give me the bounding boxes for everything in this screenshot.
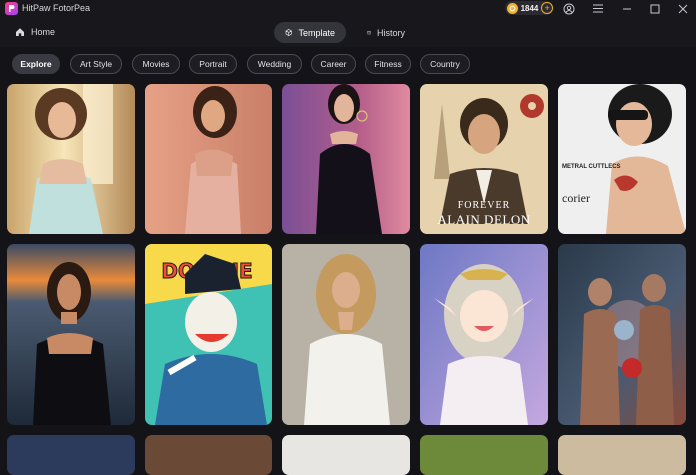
add-coin-icon[interactable]: + bbox=[541, 2, 553, 14]
nav-bar: Home Template History bbox=[0, 17, 696, 47]
template-card-woman-pink-dress[interactable] bbox=[145, 84, 272, 234]
magazine-headline: METRAL CUTTLECS bbox=[562, 164, 621, 170]
template-card-row3-5[interactable] bbox=[558, 435, 686, 475]
template-card-woman-white-dress[interactable] bbox=[7, 84, 135, 234]
template-card-woman-sunset[interactable] bbox=[7, 244, 135, 425]
title-bar: HitPaw FotorPea 1844 + bbox=[0, 0, 696, 17]
tab-history-label: History bbox=[376, 27, 405, 38]
template-card-woman-white-blouse[interactable] bbox=[282, 244, 410, 425]
chip-fitness[interactable]: Fitness bbox=[365, 54, 411, 74]
coin-icon bbox=[507, 2, 518, 14]
tab-template-label: Template bbox=[298, 27, 335, 38]
app-logo-icon bbox=[5, 2, 18, 15]
chip-explore[interactable]: Explore bbox=[12, 54, 60, 74]
chip-art-style[interactable]: Art Style bbox=[70, 54, 122, 74]
poster-line1: FOREVER bbox=[458, 200, 511, 211]
menu-icon[interactable] bbox=[591, 2, 604, 15]
template-card-row3-1[interactable] bbox=[7, 435, 135, 475]
magazine-sub: corier bbox=[562, 191, 590, 205]
minimize-icon[interactable] bbox=[620, 2, 633, 15]
home-link[interactable]: Home bbox=[15, 27, 55, 37]
maximize-icon[interactable] bbox=[648, 2, 661, 15]
template-card-boxers[interactable] bbox=[558, 244, 686, 425]
tab-template[interactable]: Template bbox=[274, 22, 346, 43]
template-card-woman-black-dress[interactable] bbox=[282, 84, 410, 234]
chip-wedding[interactable]: Wedding bbox=[247, 54, 302, 74]
chip-movies[interactable]: Movies bbox=[132, 54, 180, 74]
chip-portrait[interactable]: Portrait bbox=[189, 54, 237, 74]
coin-balance[interactable]: 1844 + bbox=[505, 1, 553, 15]
chip-career[interactable]: Career bbox=[311, 54, 356, 74]
user-icon[interactable] bbox=[562, 2, 575, 15]
app-title: HitPaw FotorPea bbox=[22, 3, 91, 13]
chip-country[interactable]: Country bbox=[420, 54, 470, 74]
template-card-magazine-cover[interactable]: METRAL CUTTLECS corier bbox=[558, 84, 686, 234]
poster-line2: ALAIN DELON bbox=[437, 212, 530, 227]
template-card-row3-3[interactable] bbox=[282, 435, 410, 475]
template-card-row3-2[interactable] bbox=[145, 435, 272, 475]
history-icon bbox=[367, 31, 371, 35]
coin-count: 1844 bbox=[520, 3, 539, 13]
category-filters: Explore Art Style Movies Portrait Weddin… bbox=[0, 47, 696, 82]
home-icon bbox=[16, 28, 24, 36]
close-icon[interactable] bbox=[676, 2, 689, 15]
cube-icon bbox=[285, 29, 292, 36]
template-card-comic-joker[interactable]: DOMINE bbox=[145, 244, 272, 425]
template-card-anime-elf[interactable] bbox=[420, 244, 548, 425]
template-card-alain-delon-poster[interactable]: FOREVER ALAIN DELON bbox=[420, 84, 548, 234]
home-label: Home bbox=[31, 27, 56, 37]
tab-history[interactable]: History bbox=[356, 22, 416, 43]
template-card-row3-4[interactable] bbox=[420, 435, 548, 475]
